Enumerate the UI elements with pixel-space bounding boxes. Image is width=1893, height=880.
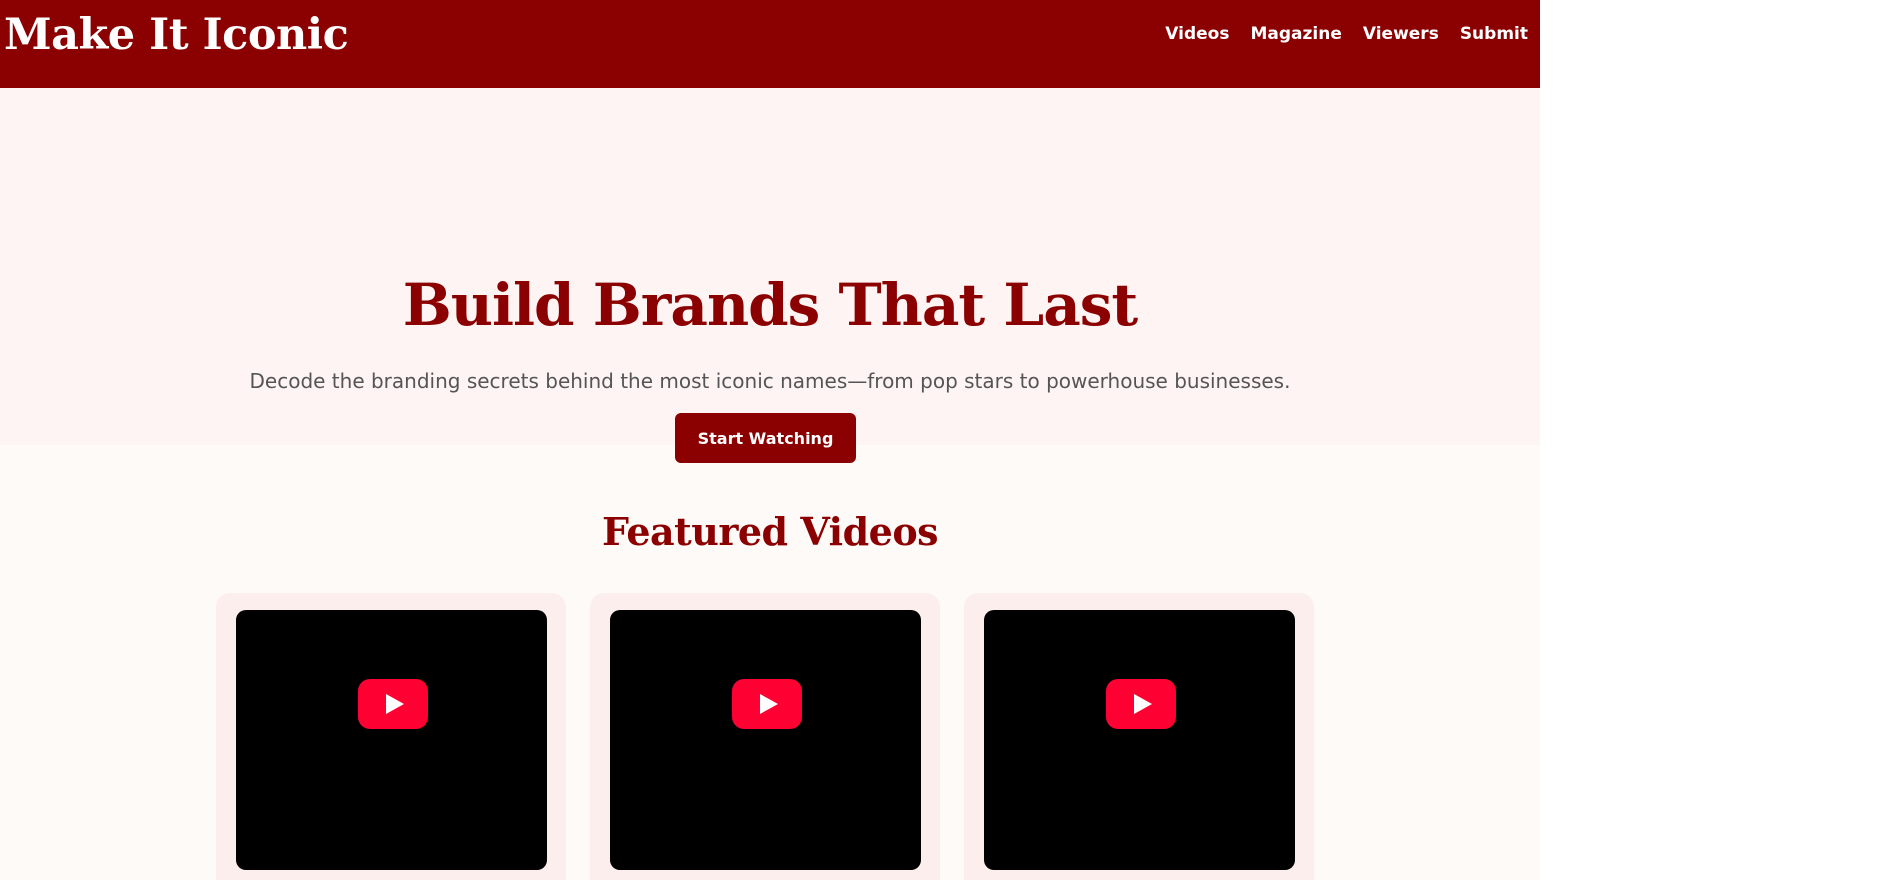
video-card bbox=[590, 593, 940, 880]
youtube-play-icon[interactable] bbox=[1106, 679, 1176, 729]
youtube-play-icon[interactable] bbox=[732, 679, 802, 729]
featured-videos-section: Featured Videos bbox=[0, 445, 1540, 880]
page: Make It Iconic Videos Magazine Viewers S… bbox=[0, 0, 1540, 880]
nav-link-videos[interactable]: Videos bbox=[1165, 24, 1229, 44]
top-navigation-bar: Make It Iconic Videos Magazine Viewers S… bbox=[0, 0, 1540, 88]
video-embed[interactable] bbox=[610, 610, 921, 870]
hero-section: Build Brands That Last Decode the brandi… bbox=[0, 88, 1540, 463]
video-embed[interactable] bbox=[236, 610, 547, 870]
hero-subtitle: Decode the branding secrets behind the m… bbox=[249, 369, 1291, 393]
youtube-play-icon[interactable] bbox=[358, 679, 428, 729]
video-card bbox=[216, 593, 566, 880]
video-card bbox=[964, 593, 1314, 880]
nav-link-submit[interactable]: Submit bbox=[1460, 24, 1528, 44]
featured-videos-title: Featured Videos bbox=[601, 509, 939, 554]
nav-link-magazine[interactable]: Magazine bbox=[1250, 24, 1341, 44]
main-nav: Videos Magazine Viewers Submit bbox=[1165, 24, 1528, 44]
site-logo[interactable]: Make It Iconic bbox=[4, 10, 349, 60]
video-embed[interactable] bbox=[984, 610, 1295, 870]
nav-link-viewers[interactable]: Viewers bbox=[1363, 24, 1439, 44]
hero-title: Build Brands That Last bbox=[402, 271, 1138, 339]
